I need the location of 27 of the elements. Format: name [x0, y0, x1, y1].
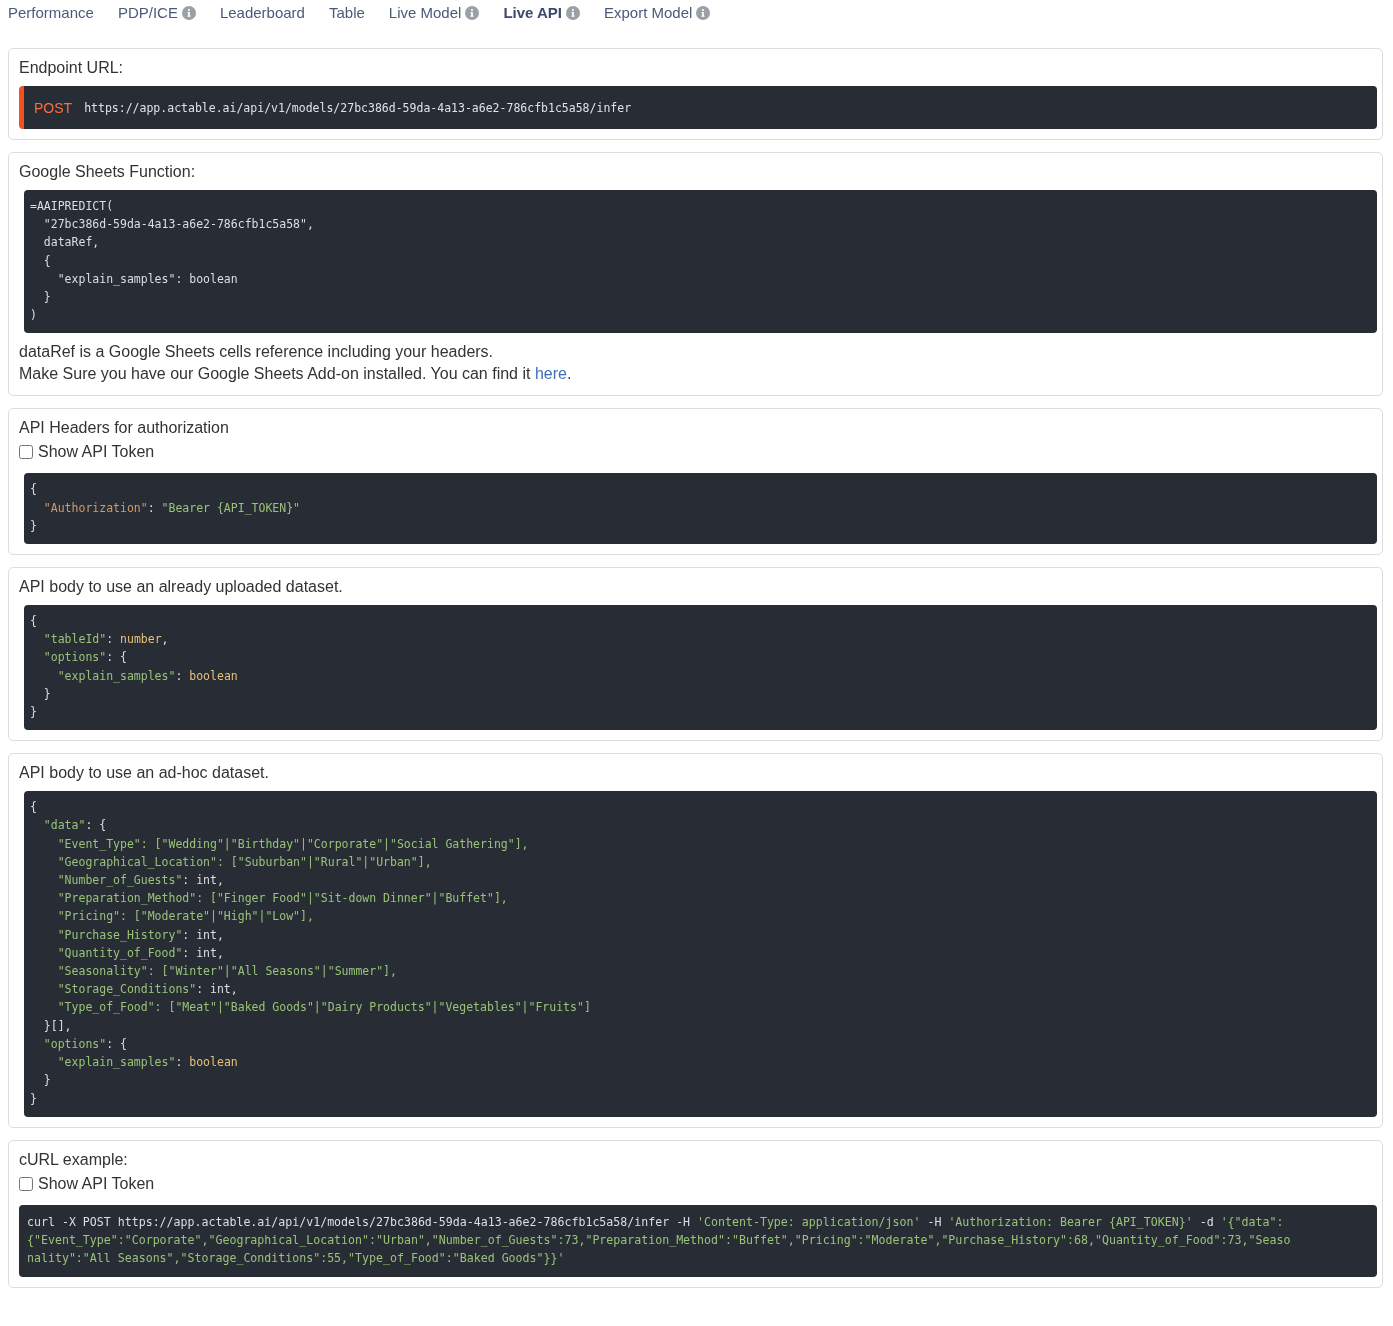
here-link[interactable]: here	[534, 365, 567, 383]
tab[interactable]: Leaderboard	[211, 0, 317, 21]
note-text: Make Sure you have our Google Sheets Add-on installed. You can find it here.	[19, 364, 573, 385]
tab[interactable]: PDP/ICE	[109, 0, 208, 21]
checkbox-label[interactable]: Show API Token	[38, 443, 155, 462]
code-block: =AAIPREDICT( "27bc386d-59da-4a13-a6e2-786cfb1c5a58", dataRef, { "explain_samples": boolean } )	[24, 190, 1377, 334]
section-title: API Headers for authorization	[19, 419, 230, 438]
tab[interactable]: Export Model	[596, 0, 723, 21]
code-block: { "data": { "Event_Type": ["Wedding"|"Birthday"|"Corporate"|"Social Gathering"], "Geographical_Location": ["Suburban"|"Rural"|"Urban"], "Number_of_Guests": int, "Preparation_Method": ["Finger Food"|"Sit-down Dinner"|"Buffet"], "Pricing": ["Moderate"|"High"|"Low"], "Purchase_History": int, "Quantity_of_Food": int, "Seasonality": ["Winter"|"All Seasons"|"Summer"], "Storage_Conditions": int, "Type_of_Food": ["Meat"|"Baked Goods"|"Dairy Products"|"Vegetables"|"Fruits"] }[], "options": { "explain_samples": boolean } }	[24, 791, 1377, 1117]
http-method: POST	[34, 99, 73, 116]
tab[interactable]: Live Model	[380, 0, 492, 21]
section-title: API body to use an already uploaded dataset.	[19, 578, 344, 597]
checkbox[interactable]	[19, 1176, 33, 1191]
section-title: Endpoint URL:	[19, 59, 125, 77]
section-title: Google Sheets Function:	[19, 163, 197, 181]
code-block: { "tableId": number, "options": { "explain_samples": boolean } }	[24, 605, 1377, 731]
endpoint-url: https://app.actable.ai/api/v1/models/27bc386d-59da-4a13-a6e2-786cfb1c5a58/infer	[84, 100, 632, 115]
code-block: { "Authorization": "Bearer {API_TOKEN}" }	[24, 473, 1377, 545]
tab[interactable]: Performance	[0, 0, 106, 21]
section-title: cURL example:	[19, 1150, 129, 1169]
code-block: curl -X POST https://app.actable.ai/api/v1/models/27bc386d-59da-4a13-a6e2-786cfb1c5a58/infer -H 'Content-Type: application/json' -H 'Authorization: Bearer {API_TOKEN}' -d '{"data": {"Event_Type":"Corporate","Geographical_Location":"Urban","Number_of_Guests":73,"Preparation_Method":"Buffet","Pricing":"Moderate","Purchase_History":68,"Quantity_of_Food":73,"Seaso nality":"All Seasons","Storage_Conditions":55,"Type_of_Food":"Baked Goods"}}'	[19, 1204, 1377, 1278]
tab[interactable]: Live API	[495, 0, 592, 21]
tab[interactable]: Table	[320, 0, 377, 21]
note-text: dataRef is a Google Sheets cells reference including your headers.	[19, 342, 495, 363]
section-title: API body to use an ad-hoc dataset.	[19, 764, 270, 783]
checkbox[interactable]	[19, 445, 33, 460]
checkbox-label[interactable]: Show API Token	[38, 1174, 155, 1193]
